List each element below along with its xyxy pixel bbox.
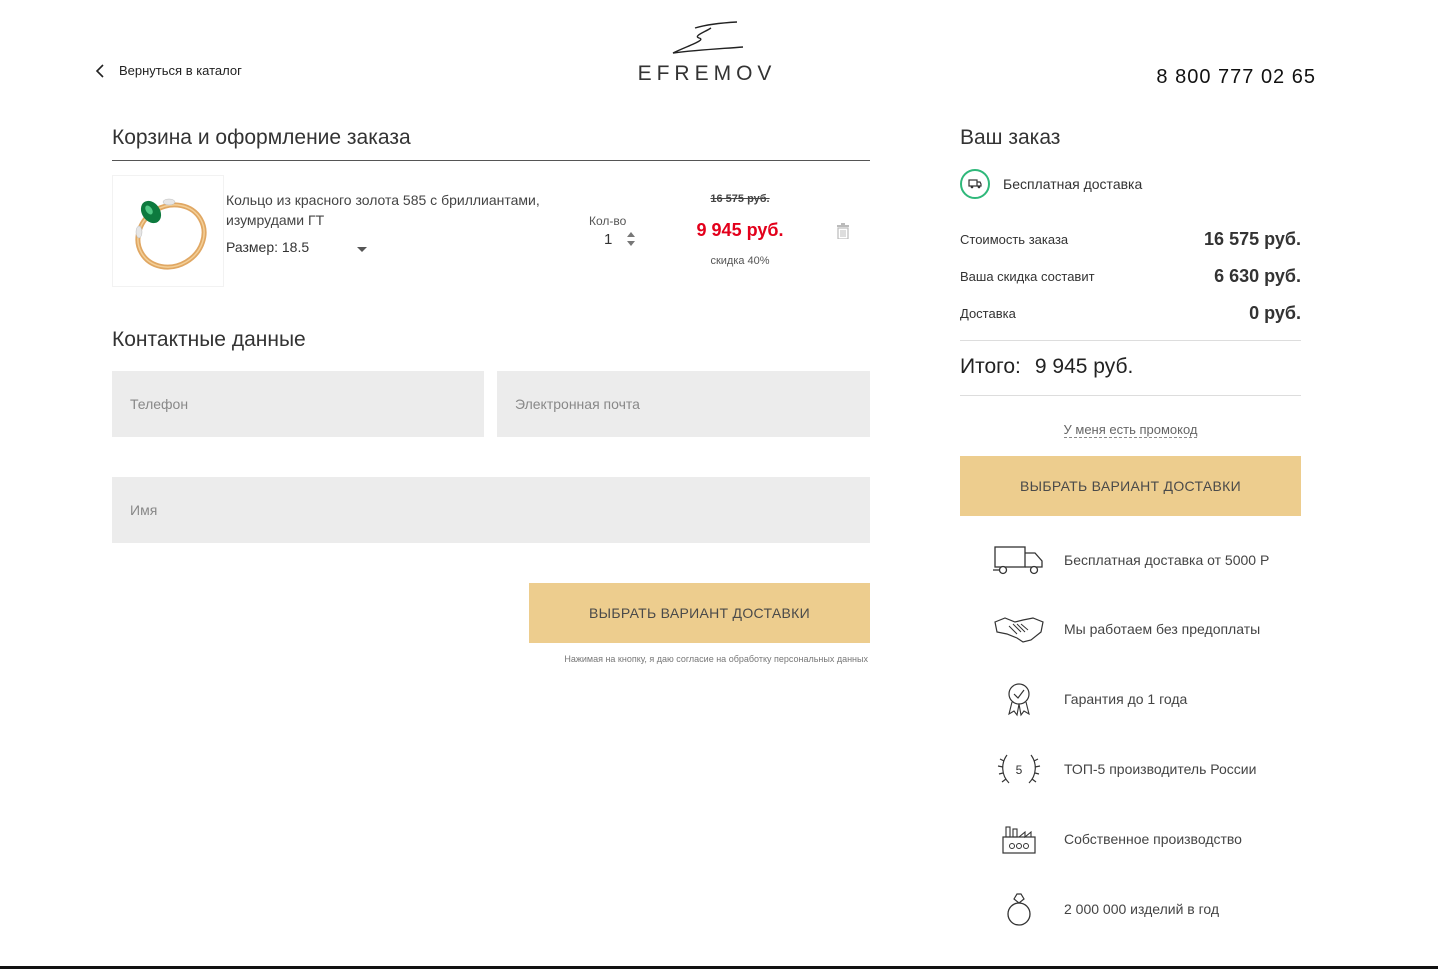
summary-label: Стоимость заказа xyxy=(960,232,1069,247)
caret-down-icon[interactable] xyxy=(356,246,368,254)
product-name[interactable]: Кольцо из красного золота 585 с бриллиан… xyxy=(226,190,566,230)
summary-row-discount: Ваша скидка составит 6 630 руб. xyxy=(960,266,1301,287)
feature-text: 2 000 000 изделий в год xyxy=(1064,901,1220,917)
brand-logo[interactable]: EFREMOV xyxy=(636,20,778,102)
price-old: 16 575 руб. xyxy=(710,193,770,205)
logo-text: EFREMOV xyxy=(637,62,777,85)
feature-text: Гарантия до 1 года xyxy=(1064,691,1188,707)
summary-label: Доставка xyxy=(960,306,1016,321)
total-value: 9 945 руб. xyxy=(1034,355,1134,378)
summary-row-delivery: Доставка 0 руб. xyxy=(960,303,1301,324)
total-label: Итого: xyxy=(960,355,1021,378)
product-size: Размер: 18.5 xyxy=(226,239,309,255)
ring-product-icon xyxy=(135,198,207,270)
handshake-icon xyxy=(990,609,1048,649)
product-image[interactable] xyxy=(112,175,224,287)
feature-own-production: Собственное производство xyxy=(990,819,1310,859)
feature-no-prepayment: Мы работаем без предоплаты xyxy=(990,609,1310,649)
laurel-badge-number: 5 xyxy=(1016,763,1023,777)
truck-icon xyxy=(990,540,1048,580)
discount-label: скидка 40% xyxy=(710,255,770,267)
feature-free-delivery: Бесплатная доставка от 5000 Р xyxy=(990,540,1310,580)
contacts-title: Контактные данные xyxy=(112,328,306,351)
quantity-label: Кол-во xyxy=(589,214,627,228)
choose-delivery-button[interactable]: ВЫБРАТЬ ВАРИАНТ ДОСТАВКИ xyxy=(529,583,870,643)
quantity-stepper-icon[interactable] xyxy=(625,230,637,248)
promo-code-link-wrap: У меня есть промокод xyxy=(960,422,1301,438)
factory-icon xyxy=(990,819,1048,859)
price-new: 9 945 руб. xyxy=(696,220,784,240)
free-delivery-label: Бесплатная доставка xyxy=(1003,176,1143,192)
feature-top5: 5 ТОП-5 производитель России xyxy=(990,749,1310,789)
name-input[interactable] xyxy=(112,477,870,543)
back-link-label: Вернуться в каталог xyxy=(119,63,242,78)
header-phone[interactable]: 8 800 777 02 65 xyxy=(1156,66,1316,89)
summary-label: Ваша скидка составит xyxy=(960,269,1095,284)
free-delivery-badge: Бесплатная доставка xyxy=(960,169,1142,199)
size-label: Размер: 18.5 xyxy=(226,239,310,255)
quantity-value[interactable]: 1 xyxy=(604,231,612,248)
award-icon xyxy=(990,679,1048,719)
cart-divider xyxy=(112,160,870,161)
choose-delivery-button-summary[interactable]: ВЫБРАТЬ ВАРИАНТ ДОСТАВКИ xyxy=(960,456,1301,516)
phone-input[interactable] xyxy=(112,371,484,437)
consent-note: Нажимая на кнопку, я даю согласие на обр… xyxy=(564,654,868,664)
summary-value: 6 630 руб. xyxy=(1214,266,1301,286)
summary-value: 0 руб. xyxy=(1249,303,1301,323)
laurel-icon: 5 xyxy=(990,749,1048,789)
summary-row-cost: Стоимость заказа 16 575 руб. xyxy=(960,229,1301,250)
summary-divider xyxy=(960,340,1301,341)
order-total: Итого: 9 945 руб. xyxy=(960,355,1133,379)
trash-icon[interactable] xyxy=(836,223,850,239)
logo-signature-icon xyxy=(672,21,744,54)
order-title: Ваш заказ xyxy=(960,126,1061,149)
feature-volume: 2 000 000 изделий в год xyxy=(990,889,1310,929)
chevron-left-icon xyxy=(95,63,104,78)
delivery-badge-icon xyxy=(960,169,990,199)
cart-title: Корзина и оформление заказа xyxy=(112,126,411,149)
feature-warranty: Гарантия до 1 года xyxy=(990,679,1310,719)
feature-text: Собственное производство xyxy=(1064,831,1242,847)
ring-icon xyxy=(990,889,1048,929)
summary-value: 16 575 руб. xyxy=(1204,229,1301,249)
feature-text: ТОП-5 производитель России xyxy=(1064,761,1257,777)
email-input[interactable] xyxy=(497,371,870,437)
feature-text: Бесплатная доставка от 5000 Р xyxy=(1064,552,1270,568)
promo-code-link[interactable]: У меня есть промокод xyxy=(1063,422,1198,438)
summary-divider xyxy=(960,395,1301,396)
back-to-catalog-link[interactable]: Вернуться в каталог xyxy=(95,63,242,78)
feature-text: Мы работаем без предоплаты xyxy=(1064,621,1261,637)
